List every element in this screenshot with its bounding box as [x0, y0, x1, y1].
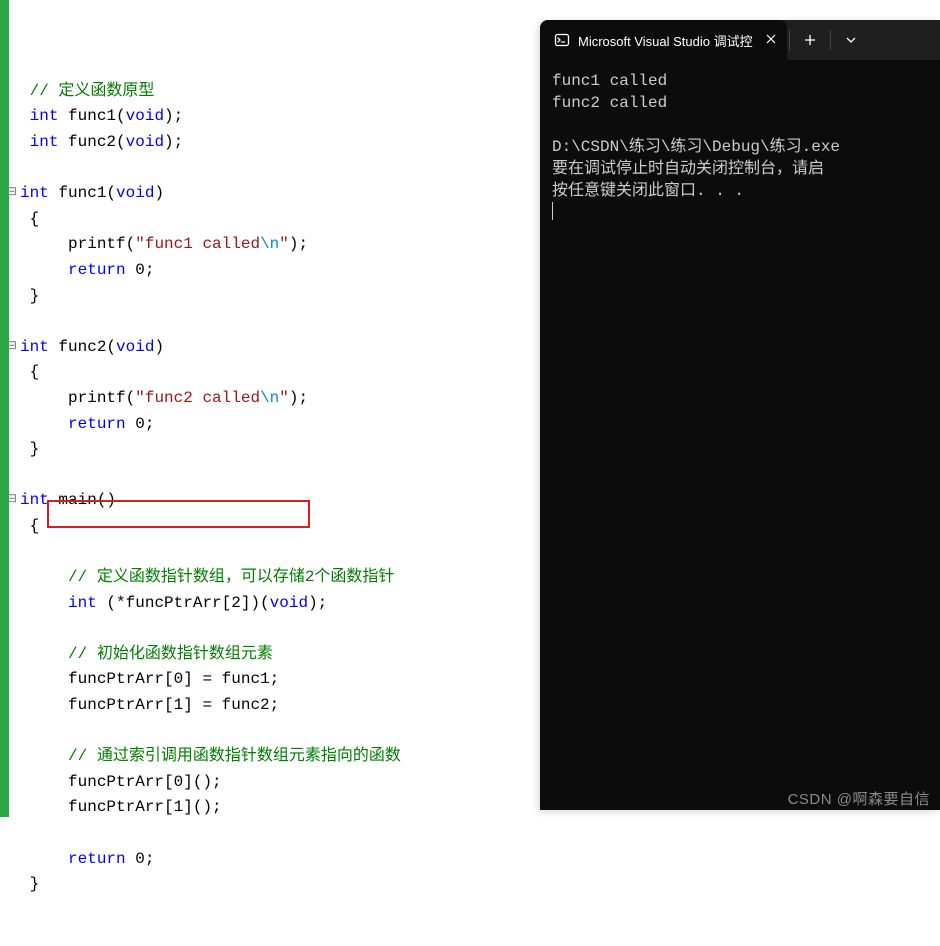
terminal-window: Microsoft Visual Studio 调试控 func1 called… [540, 20, 940, 810]
cursor [552, 202, 553, 220]
terminal-icon [554, 32, 570, 48]
titlebar[interactable]: Microsoft Visual Studio 调试控 [540, 20, 940, 60]
new-tab-button[interactable] [792, 20, 828, 60]
close-icon[interactable] [765, 33, 777, 48]
code-content: // 定义函数原型 int func1(void); int func2(voi… [8, 74, 540, 897]
watermark: CSDN @啊森要自信 [788, 788, 930, 809]
dropdown-button[interactable] [833, 20, 869, 60]
change-gutter [0, 0, 9, 817]
terminal-output[interactable]: func1 called func2 called D:\CSDN\练习\练习\… [540, 60, 940, 234]
tab-title: Microsoft Visual Studio 调试控 [578, 31, 753, 50]
highlight-box [47, 500, 310, 528]
terminal-tab[interactable]: Microsoft Visual Studio 调试控 [540, 20, 787, 60]
code-editor[interactable]: // 定义函数原型 int func1(void); int func2(voi… [0, 0, 540, 817]
